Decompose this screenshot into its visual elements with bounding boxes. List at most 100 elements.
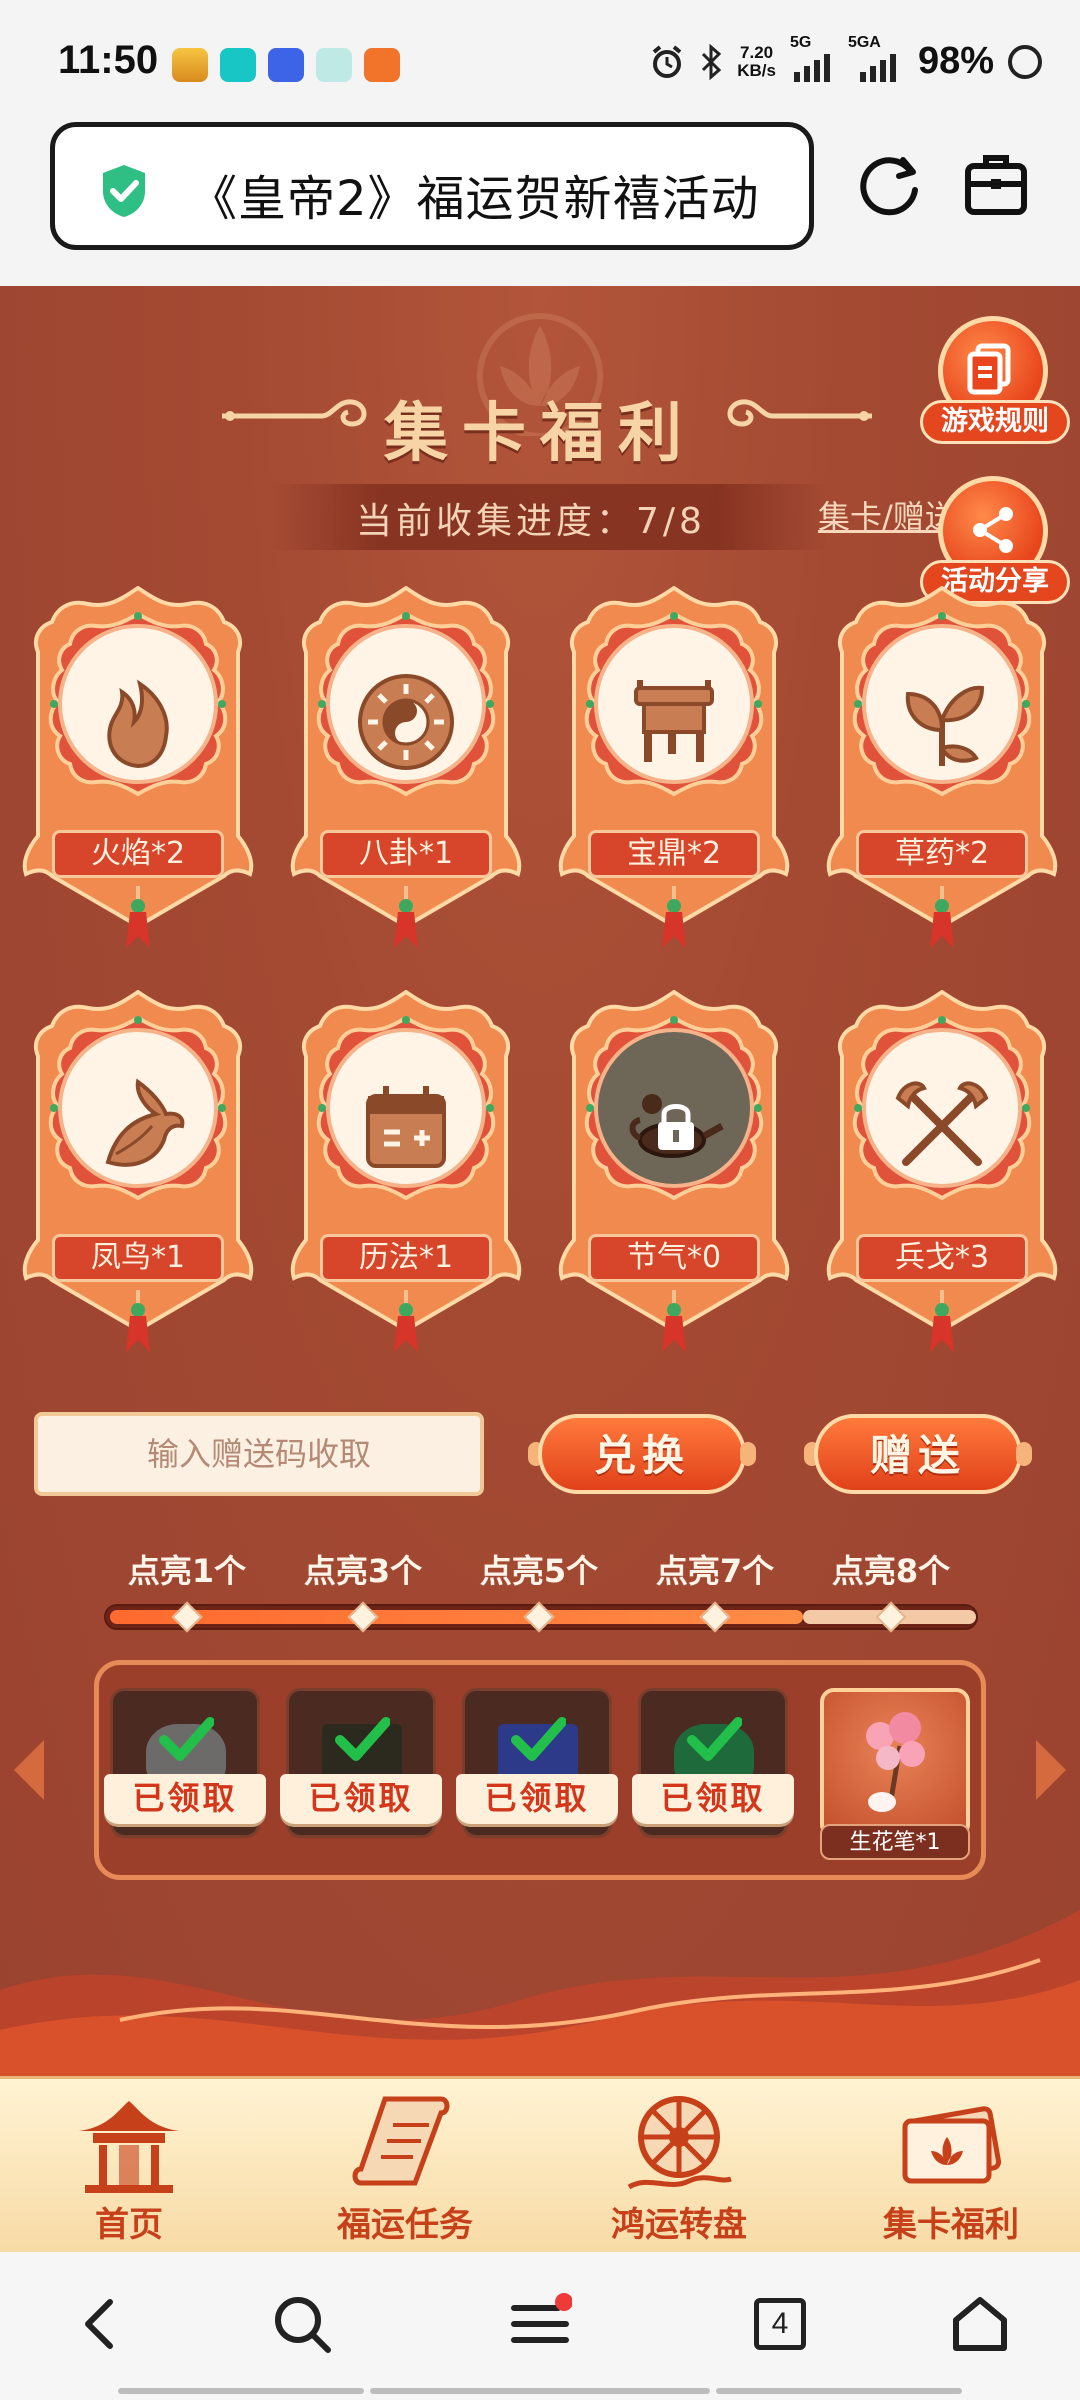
- alarm-icon: [652, 44, 682, 78]
- decorative-waves: [0, 1910, 1080, 2076]
- tab-home[interactable]: 首页: [14, 2091, 244, 2251]
- wheel-icon: [627, 2096, 732, 2190]
- tray-ornament-left: [14, 1740, 44, 1800]
- crossed-weapons-icon: [895, 1081, 989, 1166]
- pavilion-icon: [79, 2101, 179, 2193]
- reward-item-2[interactable]: 已领取: [280, 1688, 442, 1848]
- milestone-label: 点亮8个: [831, 1552, 951, 1590]
- tap-icon: [220, 48, 256, 82]
- reward-item-1[interactable]: 已领取: [104, 1688, 266, 1848]
- game-area: 集卡福利 当前收集进度：7/8 集卡/赠送 游戏规则 活动分享 火焰*2 八卦*1…: [0, 286, 1080, 2076]
- tab-count: 4: [754, 2298, 806, 2350]
- status-bar: 11:50 7.20 KB/s 5G 5GA 98%: [0, 0, 1080, 120]
- card-7[interactable]: 节气*0: [554, 990, 794, 1360]
- card-label: 节气*0: [588, 1234, 760, 1282]
- tab-label: 福运任务: [337, 2205, 473, 2245]
- reward-item-5[interactable]: 生花笔*1: [820, 1688, 970, 1860]
- check-icon: [687, 1717, 742, 1761]
- check-icon: [159, 1717, 214, 1761]
- tab-lucky-wheel[interactable]: 鸿运转盘: [564, 2091, 794, 2251]
- card-5[interactable]: 凤鸟*1: [18, 990, 258, 1360]
- back-icon[interactable]: [70, 2292, 134, 2356]
- battery-percent: 98%: [917, 40, 994, 82]
- app-icon-4: [316, 48, 352, 82]
- card-6[interactable]: 历法*1: [286, 990, 526, 1360]
- section-title: 集卡福利: [384, 396, 696, 471]
- card-label: 历法*1: [320, 1234, 492, 1282]
- card-4[interactable]: 草药*2: [822, 586, 1062, 956]
- app-icon-1: [172, 48, 208, 82]
- card-1[interactable]: 火焰*2: [18, 586, 258, 956]
- gift-button[interactable]: 赠送: [800, 1408, 1036, 1500]
- collection-progress: 当前收集进度：7/8: [356, 492, 706, 544]
- blossom-brush-icon: [866, 1712, 925, 1812]
- reward-item-3[interactable]: 已领取: [456, 1688, 618, 1848]
- claimed-label: 已领取: [104, 1774, 266, 1824]
- signal-2-label: 5GA: [847, 33, 881, 51]
- exchange-button[interactable]: 兑换: [524, 1408, 760, 1500]
- page-title: 《皇帝2》福运贺新禧活动: [189, 171, 760, 227]
- tray-ornament-right: [1036, 1740, 1066, 1800]
- net-speed-unit: KB/s: [737, 60, 776, 80]
- gesture-bar-segment: [716, 2388, 962, 2394]
- reward-tray: 已领取 已领取 已领取 已领取 生花笔*1: [14, 1660, 1066, 1880]
- card-label: 兵戈*3: [856, 1234, 1028, 1282]
- browser-nav-bar: 4: [0, 2252, 1080, 2400]
- search-icon[interactable]: [270, 2292, 334, 2356]
- gift-code-input[interactable]: 输入赠送码收取: [34, 1412, 484, 1496]
- claimed-label: 已领取: [632, 1774, 794, 1824]
- gesture-bar-segment: [370, 2388, 710, 2394]
- tab-label: 集卡福利: [883, 2205, 1019, 2245]
- title-ornament-right: [727, 399, 872, 427]
- tab-fortune-tasks[interactable]: 福运任务: [290, 2091, 520, 2251]
- signal-1: 5G: [790, 34, 834, 82]
- menu-icon[interactable]: [508, 2292, 572, 2356]
- reload-icon[interactable]: [855, 150, 925, 220]
- calendar-icon: [366, 1086, 446, 1168]
- progress-value: 7/8: [636, 501, 706, 542]
- signal-bars-icon: [793, 53, 830, 82]
- card-label: 火焰*2: [52, 830, 224, 878]
- gesture-bar-segment: [118, 2388, 364, 2394]
- card-3[interactable]: 宝鼎*2: [554, 586, 794, 956]
- status-time: 11:50: [58, 38, 159, 82]
- rules-label: 游戏规则: [920, 400, 1070, 444]
- card-label: 凤鸟*1: [52, 1234, 224, 1282]
- phoenix-icon: [105, 1078, 185, 1167]
- cards-icon: [902, 2106, 1002, 2184]
- signal-bars-icon: [859, 53, 896, 82]
- url-bar[interactable]: 《皇帝2》福运贺新禧活动: [50, 122, 814, 250]
- home-icon[interactable]: [948, 2292, 1012, 2356]
- bluetooth-icon: [702, 43, 722, 80]
- milestone-label: 点亮3个: [303, 1552, 423, 1590]
- toolbox-icon[interactable]: [964, 150, 1028, 220]
- tab-label: 首页: [95, 2205, 163, 2245]
- vivo-icon: [268, 48, 304, 82]
- reward-name: 生花笔*1: [820, 1824, 970, 1860]
- milestone-label: 点亮1个: [127, 1552, 247, 1590]
- claimed-label: 已领取: [456, 1774, 618, 1824]
- milestone-label: 点亮5个: [479, 1552, 599, 1590]
- lock-icon: [658, 1104, 694, 1150]
- game-tab-bar: 首页 福运任务 鸿运转盘 集卡福利: [0, 2076, 1080, 2252]
- app-icon-5: [364, 48, 400, 82]
- notification-icons: [172, 48, 400, 82]
- tab-label: 鸿运转盘: [611, 2205, 747, 2245]
- net-speed: 7.20 KB/s: [737, 43, 776, 80]
- gift-label: 赠送: [869, 1431, 966, 1480]
- share-icon: [973, 507, 1013, 553]
- tabs-button[interactable]: 4: [748, 2292, 812, 2356]
- reward-item-4[interactable]: 已领取: [632, 1688, 794, 1848]
- milestone-label: 点亮7个: [655, 1552, 775, 1590]
- secure-shield-icon: [103, 165, 145, 217]
- game-rules-button[interactable]: 游戏规则: [920, 316, 1070, 456]
- card-label: 八卦*1: [320, 830, 492, 878]
- claimed-label: 已领取: [280, 1774, 442, 1824]
- check-icon: [335, 1717, 390, 1761]
- cauldron-icon: [634, 680, 714, 762]
- card-8[interactable]: 兵戈*3: [822, 990, 1062, 1360]
- signal-1-label: 5G: [789, 33, 812, 51]
- card-2[interactable]: 八卦*1: [286, 586, 526, 956]
- herb-icon: [905, 685, 985, 766]
- tab-card-collection[interactable]: 集卡福利: [836, 2091, 1066, 2251]
